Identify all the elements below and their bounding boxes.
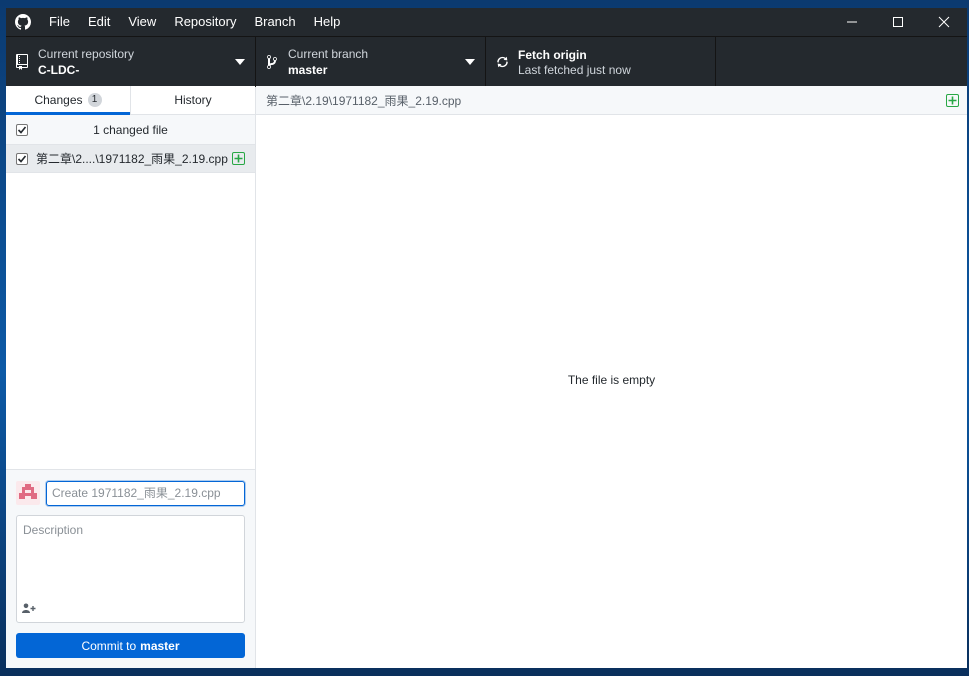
app-window: File Edit View Repository Branch Help Cu… [6, 8, 967, 668]
tab-history[interactable]: History [131, 86, 255, 114]
add-coauthor-icon[interactable] [22, 602, 36, 616]
menu-branch[interactable]: Branch [245, 8, 304, 36]
changes-count-badge: 1 [87, 93, 102, 107]
checkmark-icon [17, 154, 27, 163]
sync-icon [486, 55, 518, 69]
chevron-down-icon [235, 59, 245, 65]
title-bar: File Edit View Repository Branch Help [6, 8, 967, 36]
file-list-item[interactable]: 第二章\2....\1971182_雨果_2.19.cpp [6, 145, 255, 173]
checkmark-icon [17, 125, 27, 134]
fetch-title: Fetch origin [518, 47, 587, 62]
sidebar: Changes 1 History 1 changed file 第二章\2.. [6, 86, 256, 668]
repository-label: Current repository [38, 46, 135, 61]
fetch-origin-button[interactable]: Fetch origin Last fetched just now [486, 37, 716, 87]
menu-file[interactable]: File [40, 8, 79, 36]
commit-button[interactable]: Commit to master [16, 633, 245, 658]
fetch-subtitle: Last fetched just now [518, 62, 631, 77]
maximize-icon [893, 17, 903, 27]
file-added-icon [946, 94, 959, 107]
minimize-icon [847, 21, 857, 23]
commit-description-input[interactable] [17, 516, 244, 602]
minimize-button[interactable] [829, 8, 875, 36]
file-checkbox[interactable] [16, 152, 28, 165]
window-controls [829, 8, 967, 36]
diff-content: The file is empty [256, 115, 967, 668]
github-logo-icon [6, 8, 40, 36]
changed-files-count: 1 changed file [93, 122, 168, 137]
close-icon [938, 16, 950, 28]
current-branch-button[interactable]: Current branch master [256, 37, 486, 87]
current-repository-button[interactable]: Current repository C-LDC- [6, 37, 256, 87]
branch-name: master [288, 62, 328, 77]
file-path: 第二章\2....\1971182_雨果_2.19.cpp [36, 152, 228, 166]
branch-icon [256, 54, 288, 70]
empty-file-message: The file is empty [567, 372, 656, 387]
menu-edit[interactable]: Edit [79, 8, 119, 36]
tab-changes-label: Changes [34, 93, 83, 107]
tab-history-label: History [174, 93, 212, 107]
maximize-button[interactable] [875, 8, 921, 36]
commit-description-box [16, 515, 245, 623]
changed-files-header: 1 changed file [6, 115, 255, 145]
diff-file-path-bar: 第二章\2.19\1971182_雨果_2.19.cpp [256, 86, 967, 115]
repo-icon [6, 54, 38, 70]
sidebar-tabs: Changes 1 History [6, 86, 255, 115]
tab-changes[interactable]: Changes 1 [6, 86, 130, 115]
diff-view: 第二章\2.19\1971182_雨果_2.19.cpp The file is… [256, 86, 967, 668]
menu-repository[interactable]: Repository [165, 8, 245, 36]
branch-label: Current branch [288, 46, 369, 61]
toolbar: Current repository C-LDC- Current branch… [6, 36, 967, 87]
commit-form: Commit to master [6, 469, 255, 668]
menu-help[interactable]: Help [305, 8, 350, 36]
close-button[interactable] [921, 8, 967, 36]
commit-button-label: Commit to [81, 638, 137, 653]
menu-view[interactable]: View [119, 8, 165, 36]
select-all-checkbox[interactable] [16, 123, 28, 136]
file-added-icon [232, 152, 245, 165]
chevron-down-icon [465, 59, 475, 65]
diff-file-path: 第二章\2.19\1971182_雨果_2.19.cpp [266, 93, 462, 108]
commit-summary-input[interactable] [46, 480, 245, 506]
commit-button-branch: master [140, 638, 180, 653]
avatar [16, 481, 40, 505]
repository-name: C-LDC- [38, 62, 80, 77]
